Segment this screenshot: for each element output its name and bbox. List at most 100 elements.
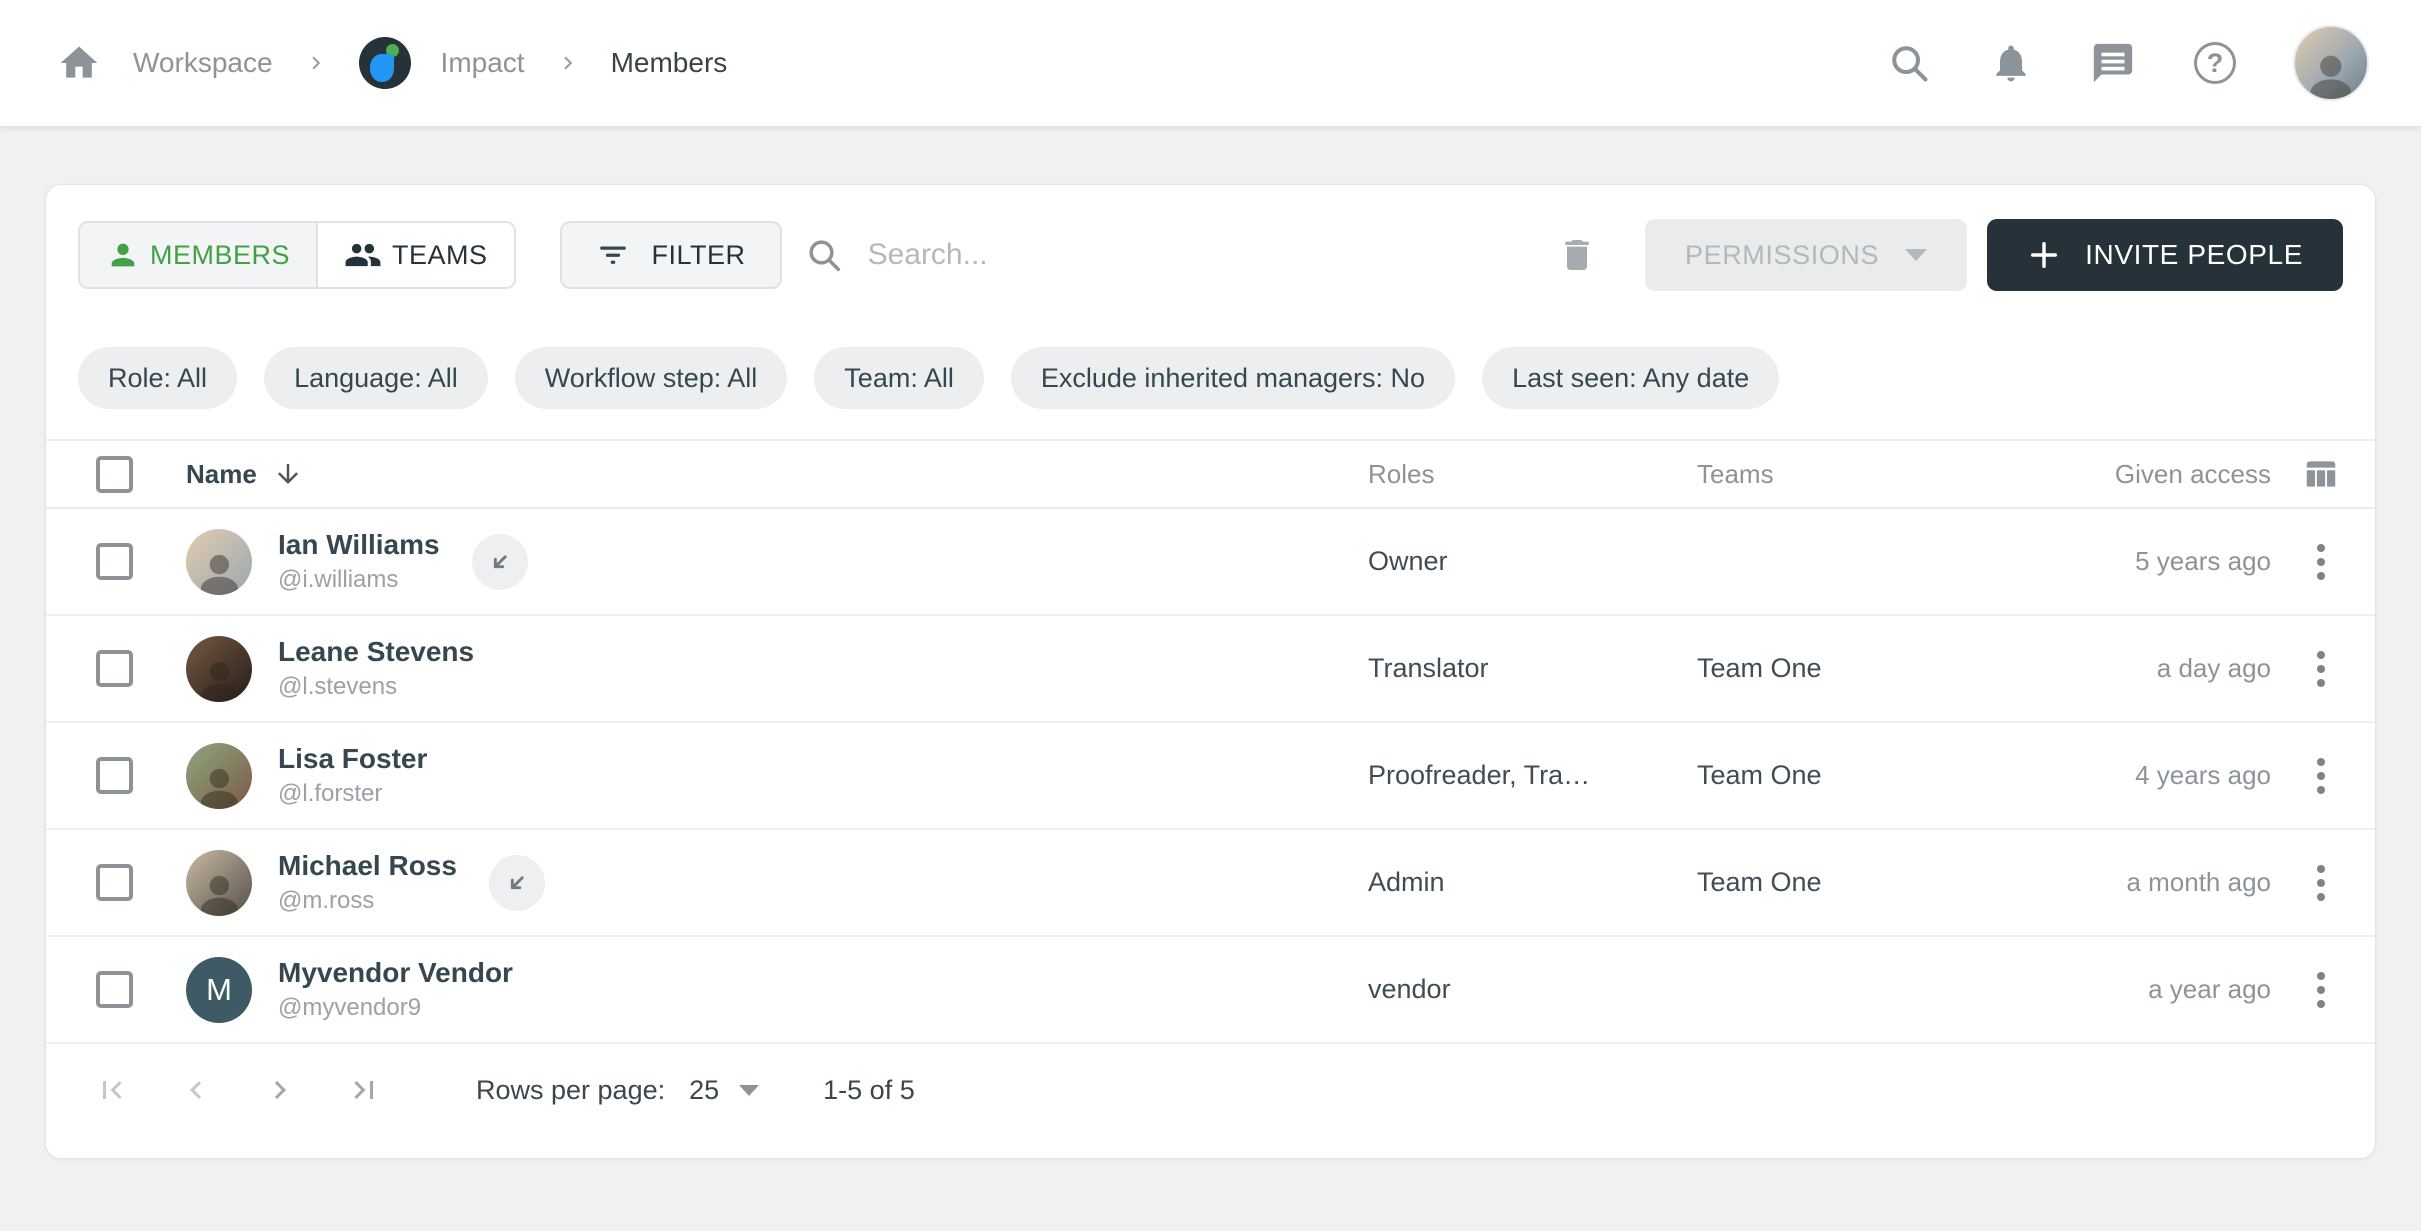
permissions-button[interactable]: PERMISSIONS (1645, 219, 1967, 291)
rows-per-page-label: Rows per page: (476, 1075, 665, 1106)
search-field-icon (804, 235, 844, 275)
select-all-checkbox[interactable] (96, 456, 133, 493)
login-as-badge[interactable] (489, 855, 545, 911)
card-toolbar: MEMBERS TEAMS FILTER PERMISSIONS INVITE … (46, 185, 2375, 291)
row-menu-icon[interactable] (2309, 750, 2333, 802)
member-cell: M Myvendor Vendor @myvendor9 (186, 957, 1368, 1023)
filter-chip[interactable]: Last seen: Any date (1482, 347, 1779, 409)
row-checkbox[interactable] (96, 971, 133, 1008)
table-row: Lisa Foster @l.forster Proofreader, Tra…… (46, 723, 2375, 830)
member-cell: Lisa Foster @l.forster (186, 743, 1368, 809)
member-handle: @m.ross (278, 887, 457, 915)
caret-down-icon (739, 1085, 759, 1096)
search-input[interactable] (868, 238, 1553, 272)
caret-down-icon (1905, 249, 1927, 261)
people-icon (344, 236, 382, 274)
row-menu-icon[interactable] (2309, 536, 2333, 588)
filter-chip[interactable]: Exclude inherited managers: No (1011, 347, 1455, 409)
table-row: Ian Williams @i.williams Owner 5 years a… (46, 509, 2375, 616)
member-handle: @i.williams (278, 566, 440, 594)
search-box (804, 235, 1553, 275)
avatar (186, 636, 252, 702)
row-menu-icon[interactable] (2309, 857, 2333, 909)
member-name[interactable]: Myvendor Vendor (278, 957, 513, 989)
tab-teams[interactable]: TEAMS (316, 223, 514, 287)
avatar-silhouette (193, 868, 246, 916)
first-page-icon[interactable] (92, 1070, 132, 1110)
user-avatar[interactable] (2293, 25, 2369, 101)
chevron-right-icon (303, 50, 329, 76)
member-handle: @myvendor9 (278, 994, 513, 1022)
filter-chips: Role: All Language: All Workflow step: All… (46, 291, 2375, 409)
filter-chip[interactable]: Language: All (264, 347, 488, 409)
member-name[interactable]: Ian Williams (278, 529, 440, 561)
member-name[interactable]: Michael Ross (278, 850, 457, 882)
arrow-down-left-icon (503, 869, 531, 897)
delete-icon[interactable] (1553, 229, 1601, 281)
project-icon[interactable] (359, 37, 411, 89)
messages-icon[interactable] (2089, 39, 2137, 87)
member-given-access: a month ago (2027, 867, 2291, 898)
column-header-given-access[interactable]: Given access (2027, 459, 2291, 490)
home-icon[interactable] (55, 39, 103, 87)
column-header-teams[interactable]: Teams (1697, 459, 2027, 490)
row-menu-icon[interactable] (2309, 643, 2333, 695)
members-teams-toggle: MEMBERS TEAMS (78, 221, 516, 289)
next-page-icon[interactable] (260, 1070, 300, 1110)
sort-desc-icon[interactable] (273, 459, 303, 489)
avatar: M (186, 957, 252, 1023)
table-body: Ian Williams @i.williams Owner 5 years a… (46, 509, 2375, 1044)
row-checkbox[interactable] (96, 757, 133, 794)
chevron-right-icon (555, 50, 581, 76)
notifications-icon[interactable] (1987, 39, 2035, 87)
member-teams: Team One (1697, 760, 2027, 791)
member-cell: Michael Ross @m.ross (186, 850, 1368, 916)
breadcrumb-workspace[interactable]: Workspace (133, 47, 273, 79)
project-icon-drop (370, 54, 394, 82)
help-icon[interactable]: ? (2191, 39, 2239, 87)
row-checkbox[interactable] (96, 864, 133, 901)
permissions-button-label: PERMISSIONS (1685, 240, 1879, 271)
rows-per-page-select[interactable]: 25 (689, 1075, 759, 1106)
breadcrumb-project[interactable]: Impact (441, 47, 525, 79)
pagination: Rows per page: 25 1-5 of 5 (46, 1044, 2375, 1136)
tab-members[interactable]: MEMBERS (80, 223, 316, 287)
topbar-actions: ? (1885, 25, 2369, 101)
search-icon[interactable] (1885, 39, 1933, 87)
tab-members-label: MEMBERS (150, 240, 290, 271)
last-page-icon[interactable] (344, 1070, 384, 1110)
row-menu-icon[interactable] (2309, 964, 2333, 1016)
row-checkbox[interactable] (96, 650, 133, 687)
member-roles: Proofreader, Tra… (1368, 760, 1697, 791)
tab-teams-label: TEAMS (392, 240, 488, 271)
invite-people-button[interactable]: INVITE PEOPLE (1987, 219, 2343, 291)
member-handle: @l.forster (278, 780, 427, 808)
filter-chip[interactable]: Team: All (814, 347, 984, 409)
arrow-down-left-icon (486, 548, 514, 576)
column-header-name[interactable]: Name (186, 459, 1368, 490)
previous-page-icon[interactable] (176, 1070, 216, 1110)
help-glyph: ? (2194, 42, 2236, 84)
row-checkbox[interactable] (96, 543, 133, 580)
table-row: Leane Stevens @l.stevens Translator Team… (46, 616, 2375, 723)
filter-button[interactable]: FILTER (560, 221, 782, 289)
member-roles: Admin (1368, 867, 1697, 898)
plus-icon (2027, 238, 2061, 272)
member-name[interactable]: Lisa Foster (278, 743, 427, 775)
filter-chip[interactable]: Workflow step: All (515, 347, 788, 409)
member-name[interactable]: Leane Stevens (278, 636, 474, 668)
filter-chip[interactable]: Role: All (78, 347, 237, 409)
member-roles: Translator (1368, 653, 1697, 684)
member-given-access: a day ago (2027, 653, 2291, 684)
column-header-roles[interactable]: Roles (1368, 459, 1697, 490)
login-as-badge[interactable] (472, 534, 528, 590)
rows-per-page-value: 25 (689, 1075, 719, 1106)
avatar (186, 529, 252, 595)
column-header-name-label: Name (186, 459, 257, 490)
avatar (186, 850, 252, 916)
member-given-access: 4 years ago (2027, 760, 2291, 791)
avatar-silhouette (193, 547, 246, 595)
avatar (186, 743, 252, 809)
table-header: Name Roles Teams Given access (46, 439, 2375, 509)
column-settings-icon[interactable] (2291, 455, 2351, 493)
